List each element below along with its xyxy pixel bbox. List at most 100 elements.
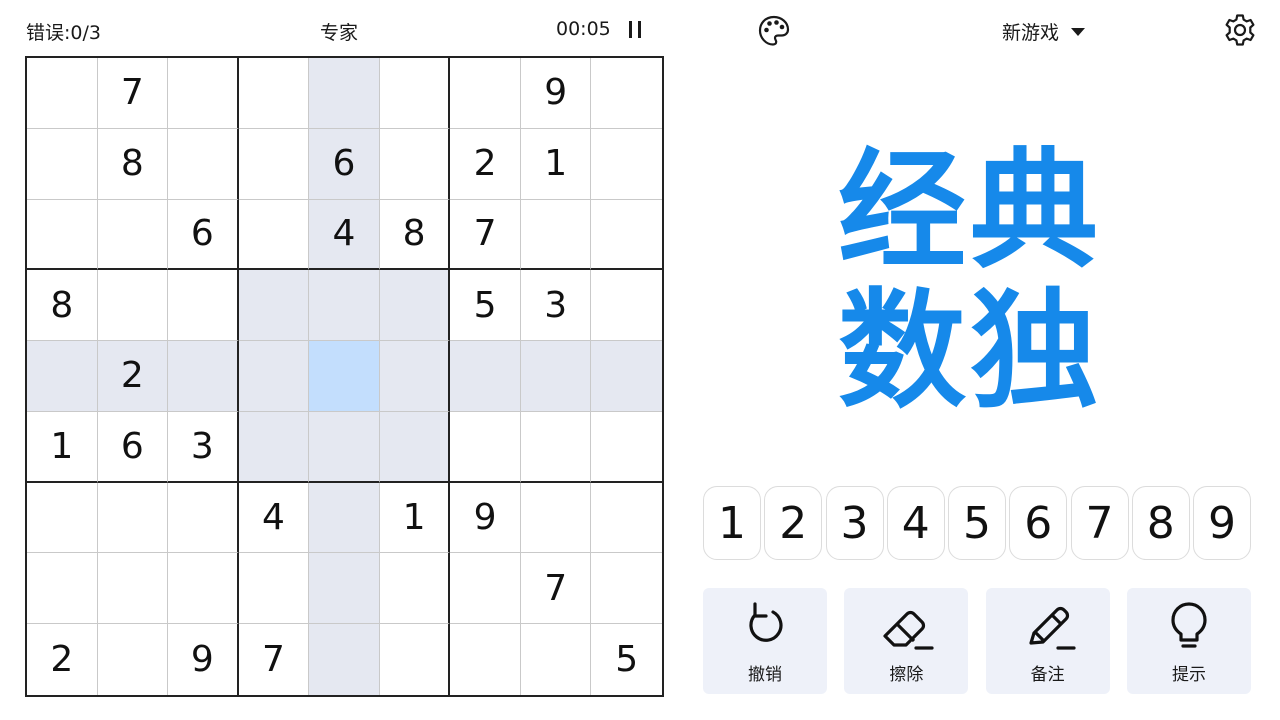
board-cell[interactable]	[520, 341, 592, 412]
board-cell[interactable]	[520, 482, 592, 554]
board-cell[interactable]: 6	[97, 411, 169, 483]
notes-button[interactable]: 备注	[985, 588, 1110, 694]
board-cell[interactable]	[591, 412, 662, 483]
palette-icon[interactable]	[757, 14, 791, 48]
board-cell[interactable]	[309, 270, 380, 342]
board-cell[interactable]	[379, 128, 451, 200]
board-cell[interactable]	[309, 341, 380, 412]
number-key-6[interactable]: 6	[1009, 486, 1068, 560]
board-cell[interactable]: 7	[520, 553, 592, 625]
pause-icon[interactable]	[625, 19, 645, 39]
board-cell[interactable]	[591, 129, 662, 200]
board-cell[interactable]	[168, 341, 239, 412]
number-key-4[interactable]: 4	[886, 486, 945, 560]
board-cell[interactable]	[591, 200, 662, 271]
gear-icon[interactable]	[1222, 12, 1258, 48]
board-cell[interactable]	[379, 58, 451, 129]
board-cell[interactable]: 6	[309, 128, 380, 200]
undo-button[interactable]: 撤销	[703, 588, 827, 694]
board-cell[interactable]	[97, 270, 169, 342]
board-cell[interactable]: 1	[379, 482, 451, 554]
board-cell[interactable]: 4	[309, 199, 380, 271]
erase-button[interactable]: 擦除	[844, 588, 969, 694]
board-cell[interactable]	[380, 624, 451, 695]
board-cell[interactable]	[168, 128, 239, 200]
board-cell[interactable]	[97, 482, 169, 554]
board-cell[interactable]	[450, 624, 521, 695]
board-cell[interactable]: 2	[27, 624, 98, 695]
board-cell[interactable]	[27, 341, 98, 412]
board-cell[interactable]: 5	[591, 624, 662, 695]
board-cell[interactable]	[309, 553, 380, 625]
board-cell[interactable]	[379, 341, 451, 412]
number-key-2[interactable]: 2	[764, 486, 823, 560]
number-key-5[interactable]: 5	[948, 486, 1006, 560]
number-key-1[interactable]: 1	[703, 486, 761, 560]
number-key-3[interactable]: 3	[825, 486, 884, 560]
new-game-label: 新游戏	[1002, 22, 1060, 44]
board-cell[interactable]: 5	[450, 270, 521, 342]
board-cell[interactable]: 9	[168, 624, 239, 695]
board-cell[interactable]	[238, 553, 310, 625]
hint-button[interactable]: 提示	[1126, 588, 1251, 694]
board-cell[interactable]	[521, 624, 592, 695]
board-cell[interactable]	[591, 58, 662, 129]
board-cell[interactable]	[450, 553, 521, 625]
board-cell[interactable]: 1	[27, 411, 98, 483]
board-cell[interactable]: 2	[450, 128, 521, 200]
board-cell[interactable]	[309, 482, 380, 554]
board-cell[interactable]	[168, 270, 239, 342]
number-key-7[interactable]: 7	[1070, 486, 1129, 560]
board-cell[interactable]	[238, 128, 310, 200]
board-cell[interactable]: 1	[520, 128, 592, 200]
board-cell[interactable]: 4	[238, 482, 310, 554]
board-cell[interactable]	[238, 341, 310, 412]
board-cell[interactable]	[309, 411, 380, 483]
board-cell[interactable]	[27, 553, 98, 625]
board-cell[interactable]	[450, 58, 521, 129]
board-cell[interactable]: 9	[520, 58, 592, 129]
board-cell[interactable]	[591, 483, 662, 554]
board-cell[interactable]: 9	[450, 482, 521, 554]
board-cell[interactable]	[309, 624, 380, 695]
board-cell[interactable]	[238, 199, 310, 271]
board-cell[interactable]	[98, 624, 169, 695]
board-cell[interactable]: 8	[379, 199, 451, 271]
board-cell[interactable]	[27, 58, 98, 129]
board-cell[interactable]	[450, 341, 521, 412]
board-cell[interactable]	[591, 341, 662, 412]
board-cell[interactable]: 7	[239, 624, 310, 695]
board-cell[interactable]	[520, 411, 592, 483]
board-cell[interactable]: 3	[520, 270, 592, 342]
number-key-9[interactable]: 9	[1193, 486, 1251, 560]
board-cell[interactable]	[97, 199, 169, 271]
number-key-8[interactable]: 8	[1131, 486, 1190, 560]
board-cell[interactable]: 2	[97, 341, 169, 412]
board-cell[interactable]	[379, 270, 451, 342]
number-pad: 123456789	[703, 486, 1251, 560]
board-cell[interactable]: 3	[168, 411, 239, 483]
board-cell[interactable]	[238, 270, 310, 342]
board-cell[interactable]	[238, 58, 310, 129]
new-game-dropdown[interactable]: 新游戏	[1002, 18, 1086, 45]
board-cell[interactable]	[591, 553, 662, 625]
board-cell[interactable]	[27, 128, 98, 200]
board-cell[interactable]	[168, 58, 239, 129]
board-cell[interactable]	[168, 553, 239, 625]
board-cell[interactable]	[379, 411, 451, 483]
board-cell[interactable]	[379, 553, 451, 625]
board-cell[interactable]: 7	[450, 199, 521, 271]
board-cell[interactable]	[591, 270, 662, 342]
board-cell[interactable]	[27, 482, 98, 554]
board-cell[interactable]	[27, 199, 98, 271]
board-cell[interactable]	[238, 411, 310, 483]
board-cell[interactable]	[309, 58, 380, 129]
board-cell[interactable]	[97, 553, 169, 625]
board-cell[interactable]: 8	[27, 270, 98, 342]
board-cell[interactable]	[168, 482, 239, 554]
board-cell[interactable]: 6	[168, 199, 239, 271]
board-cell[interactable]	[520, 199, 592, 271]
board-cell[interactable]	[450, 411, 521, 483]
board-cell[interactable]: 8	[97, 128, 169, 200]
board-cell[interactable]: 7	[97, 58, 169, 129]
